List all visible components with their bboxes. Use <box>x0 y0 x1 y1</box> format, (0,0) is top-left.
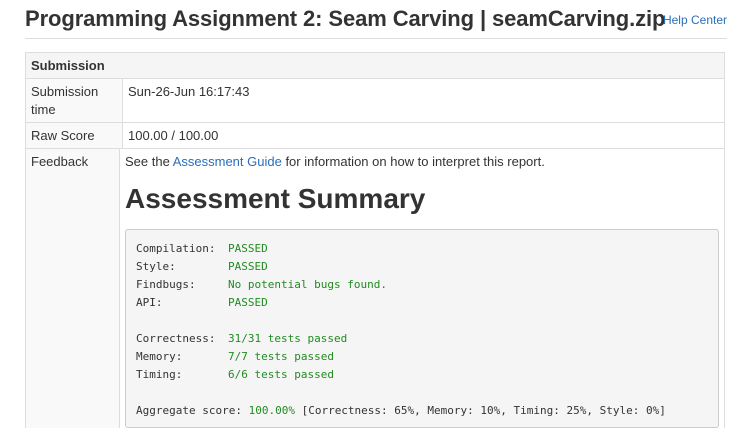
timing-value: 6/6 tests passed <box>228 368 334 381</box>
findbugs-value: No potential bugs found. <box>228 278 387 291</box>
report-line-correctness: Correctness: 31/31 tests passed <box>136 330 708 348</box>
report-spacer <box>136 384 708 402</box>
correctness-label: Correctness: <box>136 332 216 345</box>
assignment-page: Programming Assignment 2: Seam Carving |… <box>0 0 749 428</box>
memory-value: 7/7 tests passed <box>228 350 334 363</box>
report-spacer <box>136 312 708 330</box>
feedback-content: See the Assessment Guide for information… <box>120 149 724 428</box>
feedback-intro: See the Assessment Guide for information… <box>125 153 719 171</box>
page-title: Programming Assignment 2: Seam Carving |… <box>25 6 666 31</box>
page-header: Programming Assignment 2: Seam Carving |… <box>25 4 727 39</box>
submission-time-value: Sun-26-Jun 16:17:43 <box>128 84 250 99</box>
report-line-aggregate: Aggregate score: 100.00% [Correctness: 6… <box>136 402 708 420</box>
compilation-label: Compilation: <box>136 242 216 255</box>
timing-label: Timing: <box>136 368 183 381</box>
help-center-link[interactable]: Help Center <box>663 13 727 27</box>
assessment-summary-title: Assessment Summary <box>125 183 426 214</box>
report-line-style: Style: PASSED <box>136 258 708 276</box>
aggregate-value: 100.00% <box>248 404 295 417</box>
memory-label: Memory: <box>136 350 183 363</box>
report-line-compilation: Compilation: PASSED <box>136 240 708 258</box>
feedback-intro-before: See the <box>125 154 173 169</box>
findbugs-label: Findbugs: <box>136 278 196 291</box>
report-line-memory: Memory: 7/7 tests passed <box>136 348 708 366</box>
submission-heading: Submission <box>26 53 724 79</box>
aggregate-label: Aggregate score: <box>136 404 249 417</box>
style-value: PASSED <box>228 260 268 273</box>
submission-time-row: Submission time Sun-26-Jun 16:17:43 <box>26 79 724 123</box>
submission-panel: Submission Submission time Sun-26-Jun 16… <box>25 52 725 428</box>
aggregate-breakdown: [Correctness: 65%, Memory: 10%, Timing: … <box>294 404 666 417</box>
submission-time-label: Submission time <box>26 79 123 122</box>
style-label: Style: <box>136 260 176 273</box>
raw-score-label: Raw Score <box>26 123 123 148</box>
compilation-value: PASSED <box>228 242 268 255</box>
report-line-findbugs: Findbugs: No potential bugs found. <box>136 276 708 294</box>
feedback-label: Feedback <box>26 149 120 428</box>
report-line-timing: Timing: 6/6 tests passed <box>136 366 708 384</box>
api-label: API: <box>136 296 163 309</box>
correctness-value: 31/31 tests passed <box>228 332 348 345</box>
api-value: PASSED <box>228 296 268 309</box>
feedback-row: Feedback See the Assessment Guide for in… <box>26 149 724 428</box>
assessment-guide-link[interactable]: Assessment Guide <box>173 154 282 169</box>
raw-score-value: 100.00 / 100.00 <box>128 128 219 143</box>
raw-score-row: Raw Score 100.00 / 100.00 <box>26 123 724 149</box>
feedback-intro-after: for information on how to interpret this… <box>281 154 545 169</box>
report-line-api: API: PASSED <box>136 294 708 312</box>
assessment-report-box: Compilation: PASSED Style: PASSED Findbugs: N… <box>125 229 719 428</box>
